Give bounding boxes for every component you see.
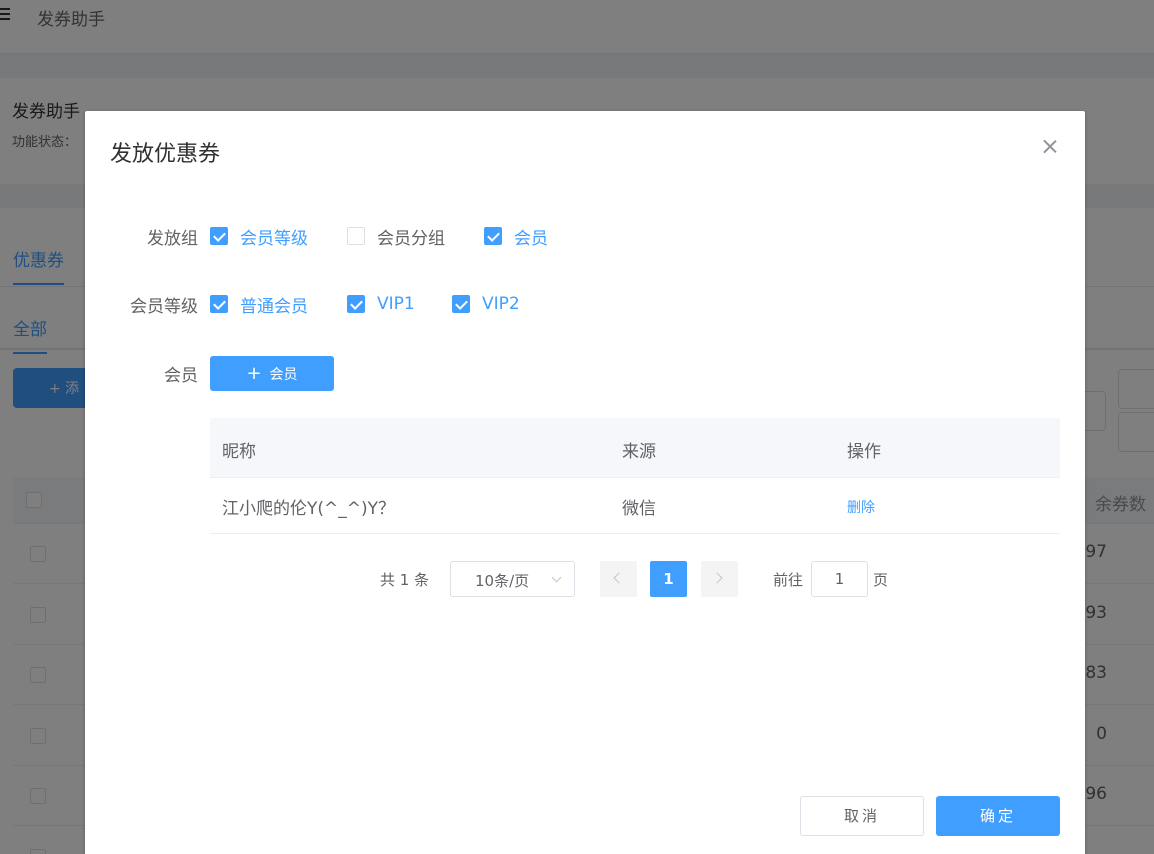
checkbox-icon (210, 227, 228, 245)
prev-page-button[interactable] (600, 561, 637, 597)
checkbox-icon (210, 295, 228, 313)
checkbox-label: 会员 (514, 228, 548, 249)
cancel-button[interactable]: 取消 (800, 796, 924, 836)
issue-coupon-dialog: 发放优惠券 发放组 会员等级 会员分组 会员 会员等级 普通会员 VIP1 VI… (85, 111, 1085, 854)
member-table: 昵称 来源 操作 江小爬的伦Y(^_^)Y？ 微信 删除 (210, 418, 1060, 534)
dialog-title: 发放优惠券 (110, 142, 221, 167)
checkbox-label: VIP2 (482, 294, 520, 314)
page-size-select[interactable]: 10条/页 (450, 561, 575, 597)
confirm-button[interactable]: 确定 (936, 796, 1060, 836)
checkbox-member[interactable]: 会员 (484, 224, 548, 249)
checkbox-icon (347, 295, 365, 313)
goto-suffix: 页 (873, 571, 889, 589)
checkbox-icon (347, 227, 365, 245)
checkbox-label: 会员等级 (240, 228, 308, 249)
column-nickname: 昵称 (222, 442, 256, 462)
column-source: 来源 (622, 442, 656, 462)
group-label: 发放组 (147, 229, 198, 249)
chevron-down-icon (551, 572, 562, 583)
nickname-cell: 江小爬的伦Y(^_^)Y？ (222, 499, 396, 519)
checkbox-vip1[interactable]: VIP1 (347, 292, 415, 316)
member-label: 会员 (164, 366, 198, 386)
checkbox-member-group[interactable]: 会员分组 (347, 224, 445, 249)
checkbox-label: 会员分组 (377, 228, 445, 249)
source-cell: 微信 (622, 499, 656, 519)
checkbox-member-level[interactable]: 会员等级 (210, 224, 308, 249)
level-label: 会员等级 (130, 297, 198, 317)
table-row: 江小爬的伦Y(^_^)Y？ 微信 删除 (210, 478, 1060, 534)
checkbox-label: VIP1 (377, 294, 415, 314)
next-page-button[interactable] (701, 561, 738, 597)
checkbox-icon (484, 227, 502, 245)
chevron-right-icon (711, 572, 723, 584)
checkbox-vip2[interactable]: VIP2 (452, 292, 520, 316)
goto-page-input[interactable] (811, 561, 868, 597)
plus-icon: + (246, 362, 262, 384)
table-header: 昵称 来源 操作 (210, 418, 1060, 478)
total-count: 共 1 条 (380, 571, 430, 589)
column-action: 操作 (847, 442, 881, 462)
page-size-value: 10条/页 (475, 572, 530, 590)
add-member-button[interactable]: + 会员 (210, 356, 334, 391)
checkbox-regular-member[interactable]: 普通会员 (210, 292, 308, 317)
close-icon[interactable] (1043, 139, 1057, 153)
add-member-label: 会员 (269, 366, 298, 383)
delete-link[interactable]: 删除 (847, 497, 875, 517)
checkbox-label: 普通会员 (240, 296, 308, 317)
checkbox-icon (452, 295, 470, 313)
page-number-current[interactable]: 1 (650, 561, 687, 597)
goto-label: 前往 (773, 571, 804, 589)
chevron-left-icon (613, 572, 625, 584)
